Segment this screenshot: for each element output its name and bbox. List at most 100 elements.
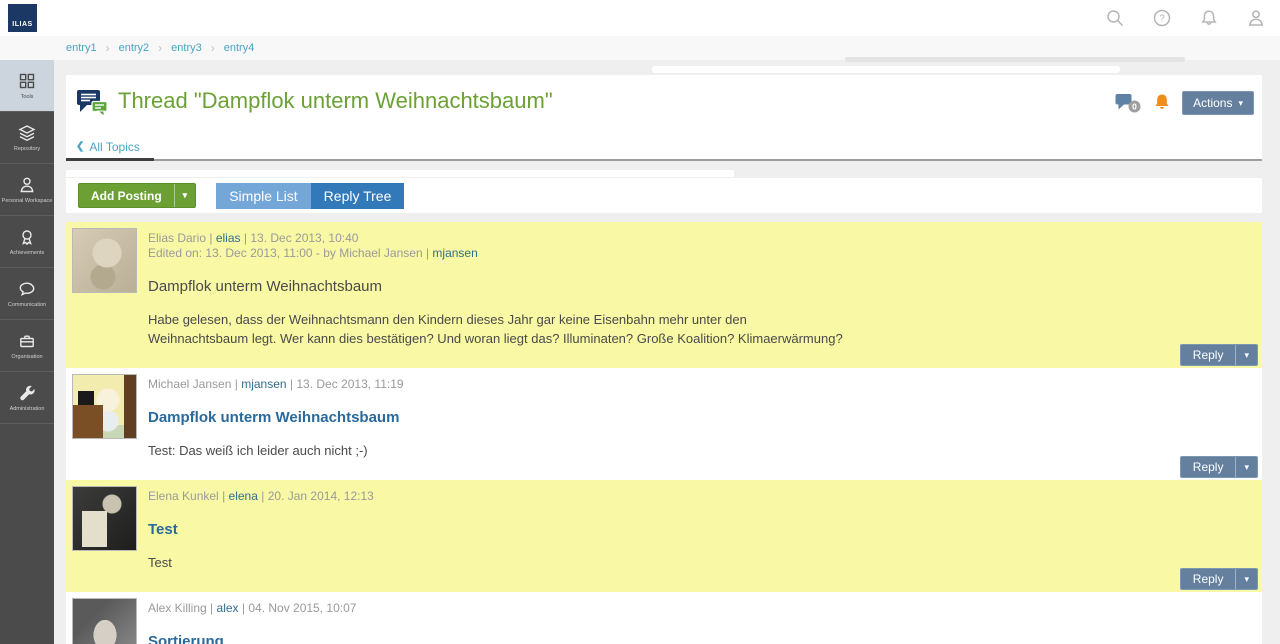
reply-button[interactable]: Reply ▾ [1179,344,1258,366]
notification-bell-icon[interactable] [1153,93,1171,113]
sidebar-item-communication[interactable]: Communication [0,268,54,320]
post-body: Test [148,555,172,570]
ilias-forum-screen: ILIAS ? entry1 › entry2 › entry3 › entry… [0,0,1280,644]
sidebar-item-tools[interactable]: Tools [0,60,54,112]
all-topics-link[interactable]: ❮ All Topics [76,140,140,154]
add-posting-button[interactable]: Add Posting ▾ [78,183,197,208]
post-subject-link[interactable]: Sortierung [148,633,1258,644]
decoration-bar-gray [845,57,1185,62]
view-simple-list-button[interactable]: Simple List [216,182,311,209]
chevron-down-icon: ▾ [1244,349,1249,360]
post-body: Test: Das weiß ich leider auch nicht ;-) [148,443,368,458]
post-author: Michael Jansen [148,377,232,391]
post-date: 13. Dec 2013, 10:40 [250,231,359,245]
view-reply-tree-button[interactable]: Reply Tree [310,182,405,209]
sidebar-item-achievements[interactable]: Achievements [0,216,54,268]
post-subject: Dampflok unterm Weihnachtsbaum [148,278,382,295]
post-meta: Elias Dario | elias | 13. Dec 2013, 10:4… [148,231,1258,246]
sidebar-item-label: Communication [7,302,47,308]
thread-header: Thread "Dampflok unterm Weihnachtsbaum" … [66,75,1262,161]
avatar [72,228,137,293]
thread-header-controls: 0 Actions ▾ [1115,91,1254,115]
layers-icon [18,125,36,141]
user-menu-button[interactable] [1246,8,1266,28]
help-button[interactable]: ? [1152,8,1172,28]
breadcrumb-item-3[interactable]: entry3 [171,42,202,54]
avatar [72,598,137,644]
actions-button-label: Actions [1193,96,1233,110]
avatar [72,486,137,551]
actions-button[interactable]: Actions ▾ [1182,91,1254,115]
grid-icon [19,73,35,89]
post-date: 04. Nov 2015, 10:07 [248,601,357,615]
post-username-link[interactable]: elias [216,231,241,245]
ilias-logo-text: ILIAS [12,21,33,28]
comments-count-icon[interactable]: 0 [1115,93,1142,114]
search-button[interactable] [1105,8,1125,28]
reply-dropdown[interactable]: ▾ [1235,457,1257,477]
reply-button[interactable]: Reply ▾ [1179,568,1258,590]
view-mode-toggle: Simple List Reply Tree [216,182,405,209]
help-icon: ? [1153,9,1171,27]
breadcrumb-item-1[interactable]: entry1 [66,42,97,54]
meta-separator: | [209,231,213,245]
ilias-logo[interactable]: ILIAS [8,4,37,32]
post-date: 20. Jan 2014, 12:13 [267,489,374,503]
post-edited-text: Edited on: 13. Dec 2013, 11:00 - by Mich… [148,246,430,260]
post-meta: Elena Kunkel | elena | 20. Jan 2014, 12:… [148,489,1258,504]
post-subject-link[interactable]: Dampflok unterm Weihnachtsbaum [148,409,1258,426]
notifications-button[interactable] [1199,8,1219,28]
post-username-link[interactable]: elena [229,489,258,503]
svg-text:?: ? [1159,14,1165,25]
breadcrumb-item-2[interactable]: entry2 [119,42,150,54]
topbar-icons: ? [1105,8,1266,28]
post-author: Elena Kunkel [148,489,219,503]
decoration-strip [66,170,734,177]
post-username-link[interactable]: alex [217,601,239,615]
meta-separator: | [234,377,238,391]
wrench-icon [20,385,35,401]
post-michael-jansen: Michael Jansen | mjansen | 13. Dec 2013,… [66,368,1262,480]
sidebar-item-label: Organisation [11,354,43,360]
reply-dropdown[interactable]: ▾ [1235,569,1257,589]
search-icon [1107,10,1124,27]
post-meta: Michael Jansen | mjansen | 13. Dec 2013,… [148,377,1258,392]
post-elena-kunkel: Elena Kunkel | elena | 20. Jan 2014, 12:… [66,480,1262,592]
posts-list: Elias Dario | elias | 13. Dec 2013, 10:4… [66,222,1262,644]
post-edited-username-link[interactable]: mjansen [432,246,477,260]
forum-toolbar: Add Posting ▾ Simple List Reply Tree [66,178,1262,213]
sidebar-item-administration[interactable]: Administration [0,372,54,424]
breadcrumb-separator: › [210,41,215,55]
post-author: Alex Killing [148,601,207,615]
post-meta: Alex Killing | alex | 04. Nov 2015, 10:0… [148,601,1258,616]
add-posting-dropdown[interactable]: ▾ [173,184,196,207]
post-elias-dario: Elias Dario | elias | 13. Dec 2013, 10:4… [66,222,1262,368]
sidebar-item-personal-workspace[interactable]: Personal Workspace [0,164,54,216]
breadcrumb-item-4[interactable]: entry4 [224,42,255,54]
sidebar-item-organisation[interactable]: Organisation [0,320,54,372]
comments-badge: 0 [1132,101,1137,111]
add-posting-label: Add Posting [91,189,162,203]
reply-button[interactable]: Reply ▾ [1179,456,1258,478]
main-sidebar: Tools Repository Personal Workspace Achi… [0,60,54,644]
breadcrumb-separator: › [158,41,163,55]
post-date: 13. Dec 2013, 11:19 [296,377,404,391]
ribbon-icon [22,230,32,245]
meta-separator: | [289,377,294,391]
sidebar-item-repository[interactable]: Repository [0,112,54,164]
bell-icon [1201,10,1217,25]
chevron-down-icon: ▾ [1244,461,1249,472]
reply-button-label: Reply [1192,572,1224,586]
forum-icon [77,90,108,118]
post-username-link[interactable]: mjansen [241,377,286,391]
all-topics-tab: ❮ All Topics [66,135,154,161]
briefcase-icon [20,335,34,348]
reply-dropdown[interactable]: ▾ [1235,345,1257,365]
sidebar-item-label: Achievements [9,250,45,256]
avatar [72,374,137,439]
post-subject-link[interactable]: Test [148,521,1258,538]
sidebar-item-label: Personal Workspace [1,198,53,204]
meta-separator: | [261,489,265,503]
decoration-bar-white [652,66,1120,73]
chevron-down-icon: ▾ [182,190,188,200]
